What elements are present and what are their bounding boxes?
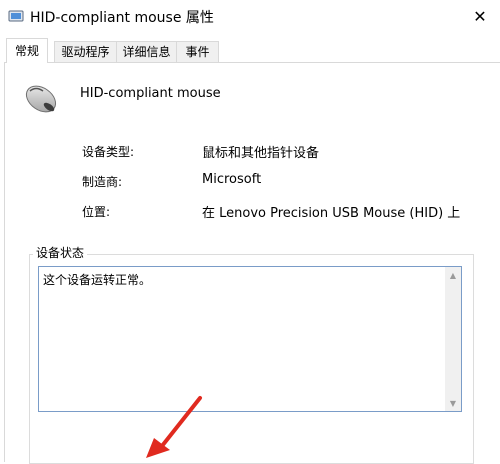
device-manager-icon	[8, 10, 24, 22]
mouse-icon	[25, 85, 57, 113]
device-status-textbox[interactable]: 这个设备运转正常。 ▲ ▼	[38, 266, 462, 412]
annotation-arrow-icon	[146, 396, 202, 458]
device-type-value: 鼠标和其他指针设备	[202, 146, 320, 161]
location-value: 在 Lenovo Precision USB Mouse (HID) 上	[202, 206, 461, 221]
device-status-text: 这个设备运转正常。	[43, 273, 152, 287]
tab-label: 驱动程序	[61, 45, 110, 59]
device-status-label: 设备状态	[33, 244, 88, 261]
close-button[interactable]: ✕	[460, 0, 500, 32]
status-scrollbar[interactable]: ▲ ▼	[445, 267, 461, 411]
tab-details[interactable]: 详细信息	[116, 41, 177, 62]
tab-driver[interactable]: 驱动程序	[54, 41, 117, 62]
tab-general[interactable]: 常规	[6, 38, 48, 63]
tab-events[interactable]: 事件	[176, 41, 219, 62]
title-bar: HID-compliant mouse 属性 ✕	[0, 0, 500, 32]
scroll-up-icon[interactable]: ▲	[445, 267, 461, 283]
device-type-label: 设备类型:	[82, 145, 135, 159]
window-title: HID-compliant mouse 属性	[30, 10, 214, 26]
tab-label: 详细信息	[122, 45, 171, 59]
tab-label: 常规	[14, 44, 39, 58]
scroll-down-icon[interactable]: ▼	[445, 395, 461, 411]
close-icon: ✕	[473, 6, 487, 26]
device-name: HID-compliant mouse	[80, 86, 221, 101]
location-label: 位置:	[82, 205, 111, 219]
manufacturer-label: 制造商:	[82, 175, 123, 189]
manufacturer-value: Microsoft	[202, 172, 262, 187]
tab-label: 事件	[185, 45, 210, 59]
tab-strip: 常规 驱动程序 详细信息 事件	[0, 38, 500, 63]
